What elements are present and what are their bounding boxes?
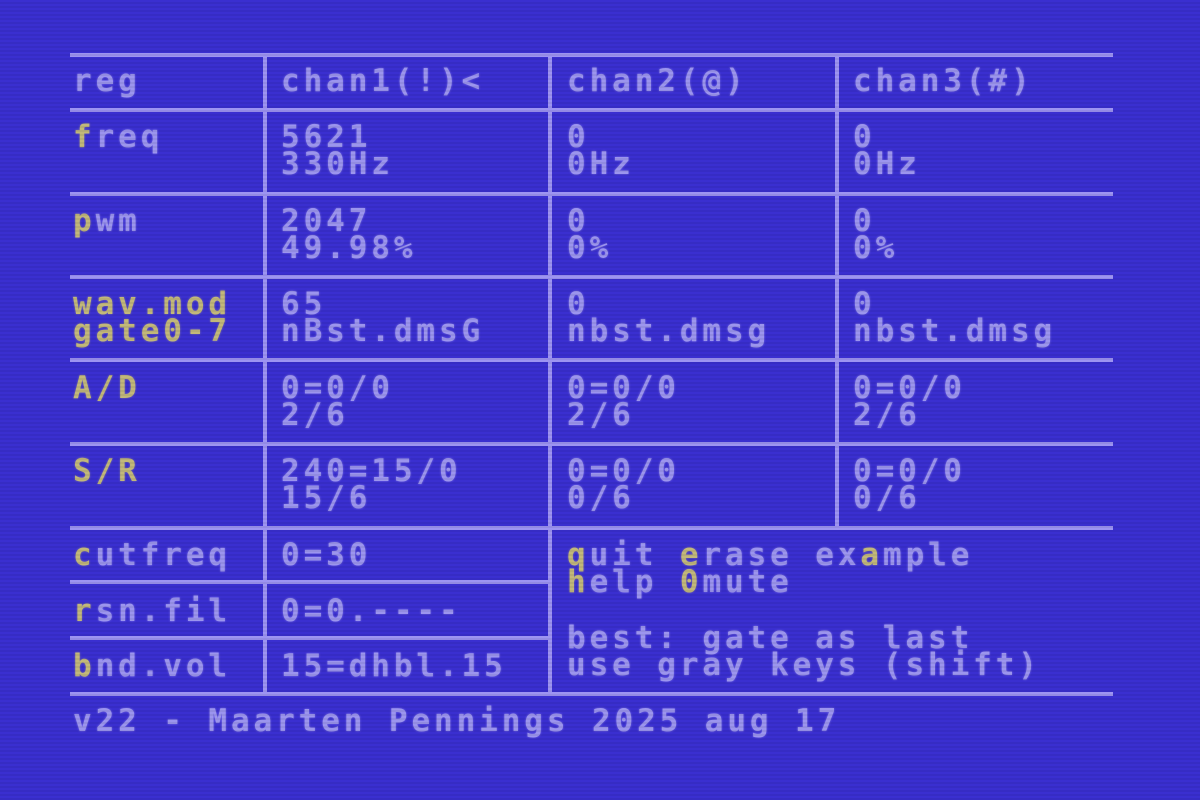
- wav-chan2-flags: nbst.dmsg: [567, 313, 771, 349]
- wav-chan1-flags: nBst.dmsG: [281, 313, 485, 349]
- pwm-chan3-percent: 0%: [853, 230, 899, 266]
- freq-chan1-hz: 330Hz: [281, 146, 394, 182]
- row-label-gate[interactable]: gate0-7: [73, 316, 231, 347]
- mute-command[interactable]: 0mute: [680, 564, 793, 600]
- hotkey: c: [73, 537, 96, 573]
- ad-chan2-split: 2/6: [567, 397, 635, 433]
- hint-line: use gray keys (shift): [567, 647, 1041, 683]
- grid-line: [70, 53, 1113, 57]
- cutfreq-value: 0=30: [281, 537, 372, 573]
- grid-line: [70, 580, 552, 584]
- wav-chan3-flags: nbst.dmsg: [853, 313, 1057, 349]
- hotkey: p: [73, 203, 96, 239]
- grid-line: [70, 358, 1113, 362]
- label-text: wm: [95, 203, 141, 239]
- label-text: ex: [815, 537, 861, 573]
- sr-chan1-split: 15/6: [281, 480, 372, 516]
- grid-line: [835, 57, 839, 526]
- freq-chan3-hz: 0Hz: [853, 146, 921, 182]
- header-chan3[interactable]: chan3(#): [853, 66, 1034, 97]
- grid-line: [70, 526, 1113, 530]
- bndvol-value: 15=dhbl.15: [281, 648, 507, 684]
- row-label-rsnfil[interactable]: rsn.fil: [73, 596, 231, 627]
- hotkey: b: [73, 648, 96, 684]
- row-label-freq[interactable]: freq: [73, 122, 163, 153]
- ad-chan1-split: 2/6: [281, 397, 349, 433]
- grid-line: [263, 57, 267, 692]
- header-chan2[interactable]: chan2(@): [567, 66, 748, 97]
- row-label-cutfreq[interactable]: cutfreq: [73, 540, 231, 571]
- label-text: /D: [95, 370, 141, 406]
- label-text: req: [95, 119, 164, 155]
- sr-chan2-split: 0/6: [567, 480, 635, 516]
- hotkey: f: [73, 119, 96, 155]
- label-text: /R: [95, 453, 141, 489]
- hotkey: r: [73, 593, 96, 629]
- pwm-chan1-percent: 49.98%: [281, 230, 417, 266]
- header-chan1[interactable]: chan1(!)<: [281, 66, 484, 97]
- label-text: elp: [589, 564, 658, 600]
- label-text: utfreq: [95, 537, 231, 573]
- hotkey: h: [567, 564, 590, 600]
- row-label-sr[interactable]: S/R: [73, 456, 141, 487]
- row-label-pwm[interactable]: pwm: [73, 206, 141, 237]
- command-line: help 0mute: [567, 567, 793, 598]
- grid-line: [70, 275, 1113, 279]
- grid-line: [70, 442, 1113, 446]
- pwm-chan2-percent: 0%: [567, 230, 613, 266]
- row-label-bndvol[interactable]: bnd.vol: [73, 651, 231, 682]
- grid-line: [548, 57, 552, 692]
- label-text: mple: [883, 537, 974, 573]
- hotkey: a: [860, 537, 883, 573]
- hotkey: A: [73, 370, 96, 406]
- label-text: nd.vol: [95, 648, 231, 684]
- help-command[interactable]: help: [567, 564, 657, 600]
- sr-chan3-split: 0/6: [853, 480, 921, 516]
- grid-line: [70, 108, 1113, 112]
- example-command[interactable]: example: [815, 537, 973, 573]
- grid-line: [70, 692, 1113, 696]
- row-label-ad[interactable]: A/D: [73, 373, 141, 404]
- ad-chan3-split: 2/6: [853, 397, 921, 433]
- grid-line: [70, 636, 552, 640]
- freq-chan2-hz: 0Hz: [567, 146, 635, 182]
- label-text: mute: [702, 564, 793, 600]
- rsnfil-value: 0=0.----: [281, 593, 462, 629]
- grid-line: [70, 192, 1113, 196]
- hotkey: 0: [679, 564, 703, 600]
- version-footer: v22 - Maarten Pennings 2025 aug 17: [73, 703, 841, 739]
- hotkey: S: [73, 453, 96, 489]
- label-text: sn.fil: [95, 593, 231, 629]
- header-reg: reg: [73, 63, 141, 99]
